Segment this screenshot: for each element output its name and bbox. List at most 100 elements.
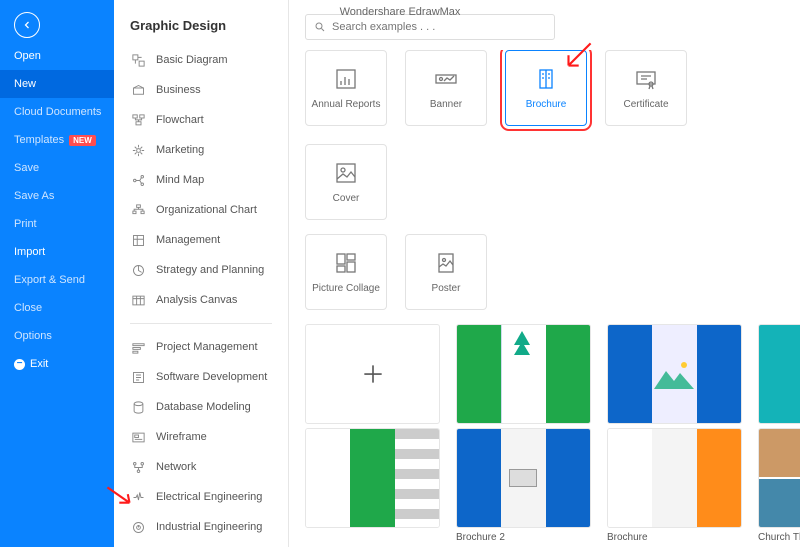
- category-list[interactable]: Basic DiagramBusiness Flowchart Marketing M…: [114, 45, 288, 547]
- search-input[interactable]: [332, 21, 546, 33]
- sidebar-item-options[interactable]: Options: [0, 322, 114, 350]
- template-thumb[interactable]: [305, 428, 440, 528]
- template-label: Brochure: [607, 532, 742, 543]
- sidebar-item-save-as[interactable]: Save As: [0, 182, 114, 210]
- category-icon: [130, 292, 146, 308]
- sidebar-item-cloud-documents[interactable]: Cloud Documents: [0, 98, 114, 126]
- category-column: Graphic Design Basic DiagramBusiness Flow…: [114, 0, 289, 547]
- category-item-marketing[interactable]: Marketing: [114, 135, 288, 165]
- sidebar-item-label: Save: [14, 162, 39, 174]
- template-item[interactable]: [758, 324, 800, 424]
- category-title: Graphic Design: [114, 0, 288, 45]
- category-icon: [130, 142, 146, 158]
- sidebar-item-save[interactable]: Save: [0, 154, 114, 182]
- category-label: Database Modeling: [156, 401, 251, 413]
- exit-icon: −: [14, 359, 25, 370]
- category-icon: [130, 339, 146, 355]
- type-card-annual-reports[interactable]: Annual Reports: [305, 50, 387, 126]
- category-item-wireframe[interactable]: Wireframe: [114, 422, 288, 452]
- category-icon: [130, 232, 146, 248]
- template-label: Brochure 2: [456, 532, 591, 543]
- template-item[interactable]: [456, 324, 591, 424]
- category-item-electrical-engineering[interactable]: Electrical Engineering: [114, 482, 288, 512]
- sidebar-item-open[interactable]: Open: [0, 42, 114, 70]
- type-card-cover[interactable]: Cover: [305, 144, 387, 220]
- sidebar-item-label: New: [14, 78, 36, 90]
- sidebar-item-label: Print: [14, 218, 37, 230]
- category-icon: [130, 112, 146, 128]
- template-item[interactable]: [305, 428, 440, 543]
- category-icon: [130, 429, 146, 445]
- category-label: Management: [156, 234, 220, 246]
- category-label: Organizational Chart: [156, 204, 257, 216]
- category-icon: [130, 399, 146, 415]
- category-label: Network: [156, 461, 196, 473]
- template-item[interactable]: [607, 324, 742, 424]
- type-label: Picture Collage: [312, 283, 380, 294]
- sidebar-item-print[interactable]: Print: [0, 210, 114, 238]
- type-card-certificate[interactable]: Certificate: [605, 50, 687, 126]
- template-item[interactable]: Church Three Fold 1: [758, 428, 800, 543]
- category-item-management[interactable]: Management: [114, 225, 288, 255]
- arrow-left-icon: [21, 19, 33, 31]
- category-item-building-plan[interactable]: Building Plan: [114, 542, 288, 547]
- category-item-mind-map[interactable]: Mind Map: [114, 165, 288, 195]
- template-item[interactable]: [305, 324, 440, 424]
- category-item-flowchart[interactable]: Flowchart: [114, 105, 288, 135]
- sidebar-item-templates[interactable]: TemplatesNEW: [0, 126, 114, 154]
- category-icon: [130, 459, 146, 475]
- category-label: Project Management: [156, 341, 258, 353]
- template-thumb[interactable]: [758, 324, 800, 424]
- type-card-picture-collage[interactable]: Picture Collage: [305, 234, 387, 310]
- sidebar-item-new[interactable]: New: [0, 70, 114, 98]
- category-item-project-management[interactable]: Project Management: [114, 332, 288, 362]
- sidebar-item-label: Save As: [14, 190, 54, 202]
- category-icon: [130, 52, 146, 68]
- template-thumb[interactable]: [456, 324, 591, 424]
- cert-icon: [632, 67, 660, 91]
- category-icon: [130, 202, 146, 218]
- category-item-network[interactable]: Network: [114, 452, 288, 482]
- type-label: Poster: [432, 283, 461, 294]
- category-label: Flowchart: [156, 114, 204, 126]
- new-blank-template[interactable]: [305, 324, 440, 424]
- type-label: Cover: [333, 193, 360, 204]
- template-thumb[interactable]: [607, 324, 742, 424]
- template-item[interactable]: Brochure 2: [456, 428, 591, 543]
- template-label: Church Three Fold 1: [758, 532, 800, 543]
- category-item-database-modeling[interactable]: Database Modeling: [114, 392, 288, 422]
- sidebar-item-close[interactable]: Close: [0, 294, 114, 322]
- category-item-software-development[interactable]: Software Development: [114, 362, 288, 392]
- category-label: Marketing: [156, 144, 204, 156]
- template-thumb[interactable]: [456, 428, 591, 528]
- template-item[interactable]: Brochure: [607, 428, 742, 543]
- category-icon: [130, 519, 146, 535]
- sidebar-item-label: Exit: [30, 358, 48, 370]
- sidebar-item-label: Export & Send: [14, 274, 85, 286]
- category-item-strategy-and-planning[interactable]: Strategy and Planning: [114, 255, 288, 285]
- type-card-brochure[interactable]: Brochure: [505, 50, 587, 126]
- category-item-industrial-engineering[interactable]: Industrial Engineering: [114, 512, 288, 542]
- type-label: Annual Reports: [312, 99, 381, 110]
- category-item-analysis-canvas[interactable]: Analysis Canvas: [114, 285, 288, 315]
- collage-icon: [332, 251, 360, 275]
- category-item-organizational-chart[interactable]: Organizational Chart: [114, 195, 288, 225]
- template-thumb[interactable]: [607, 428, 742, 528]
- banner-icon: [432, 67, 460, 91]
- sidebar-item-label: Options: [14, 330, 52, 342]
- category-label: Wireframe: [156, 431, 207, 443]
- sidebar-item-label: Open: [14, 50, 41, 62]
- type-card-poster[interactable]: Poster: [405, 234, 487, 310]
- category-item-basic-diagram[interactable]: Basic Diagram: [114, 45, 288, 75]
- sidebar-item-export-send[interactable]: Export & Send: [0, 266, 114, 294]
- category-label: Mind Map: [156, 174, 204, 186]
- category-icon: [130, 82, 146, 98]
- sidebar-item-import[interactable]: Import: [0, 238, 114, 266]
- category-item-business[interactable]: Business: [114, 75, 288, 105]
- template-thumb[interactable]: [758, 428, 800, 528]
- back-button[interactable]: [14, 12, 40, 38]
- type-card-banner[interactable]: Banner: [405, 50, 487, 126]
- type-label: Certificate: [623, 99, 668, 110]
- category-icon: [130, 172, 146, 188]
- sidebar-item-exit[interactable]: −Exit: [0, 350, 114, 378]
